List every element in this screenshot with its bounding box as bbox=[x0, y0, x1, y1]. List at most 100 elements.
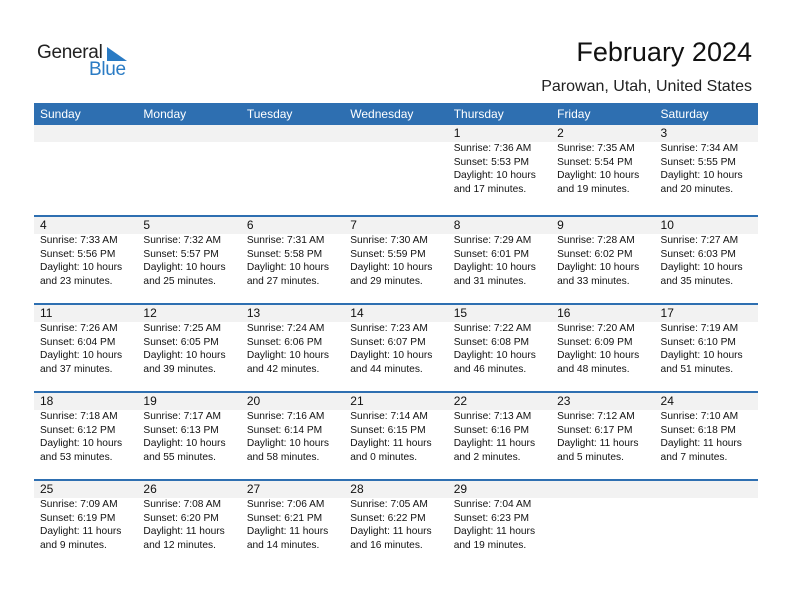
day-cell: Sunrise: 7:20 AM Sunset: 6:09 PM Daylight:… bbox=[551, 322, 654, 376]
daylight-duration: Daylight: 10 hours bbox=[246, 350, 329, 362]
daylight-duration: and 53 minutes. bbox=[40, 451, 113, 463]
weekday-header-saturday: Saturday bbox=[660, 107, 709, 121]
day-number: 6 bbox=[246, 218, 254, 232]
daylight-duration: Daylight: 10 hours bbox=[557, 350, 640, 362]
sunset-time: Sunset: 5:57 PM bbox=[143, 248, 219, 260]
sunrise-time: Sunrise: 7:36 AM bbox=[453, 143, 532, 154]
daylight-duration: and 19 minutes. bbox=[557, 183, 630, 195]
daylight-duration: and 37 minutes. bbox=[40, 363, 113, 375]
page-title: February 2024 bbox=[576, 37, 752, 67]
sunrise-time: Sunrise: 7:16 AM bbox=[246, 411, 325, 422]
calendar-weeks: 1 2 3 Sunrise: 7:36 AM Sunset: 5:53 PM Daylig… bbox=[34, 125, 758, 567]
daylight-duration: and 46 minutes. bbox=[453, 363, 527, 375]
day-number-row: 11 12 13 14 15 16 17 bbox=[34, 305, 758, 322]
empty-day-number bbox=[137, 125, 240, 142]
day-number: 18 bbox=[40, 394, 54, 408]
day-number: 26 bbox=[143, 482, 157, 496]
daylight-duration: and 29 minutes. bbox=[350, 275, 423, 287]
sunrise-time: Sunrise: 7:19 AM bbox=[660, 323, 739, 334]
day-number: 11 bbox=[40, 306, 53, 320]
day-cell: Sunrise: 7:08 AM Sunset: 6:20 PM Daylight:… bbox=[137, 498, 240, 552]
day-cell: Sunrise: 7:28 AM Sunset: 6:02 PM Daylight:… bbox=[551, 234, 654, 288]
day-number: 12 bbox=[143, 306, 157, 320]
day-cell: Sunrise: 7:05 AM Sunset: 6:22 PM Daylight:… bbox=[344, 498, 447, 552]
sunset-time: Sunset: 6:21 PM bbox=[246, 512, 323, 524]
daylight-duration: and 39 minutes. bbox=[143, 363, 216, 375]
daylight-duration: and 9 minutes. bbox=[40, 539, 107, 551]
daylight-duration: Daylight: 10 hours bbox=[40, 438, 123, 450]
sunrise-time: Sunrise: 7:28 AM bbox=[557, 235, 635, 246]
location-label: Parowan, Utah, United States bbox=[541, 78, 752, 95]
daylight-duration: and 17 minutes. bbox=[453, 183, 527, 195]
sunset-time: Sunset: 5:53 PM bbox=[453, 156, 530, 168]
day-cell: Sunrise: 7:33 AM Sunset: 5:56 PM Daylight:… bbox=[34, 234, 137, 288]
sunrise-time: Sunrise: 7:25 AM bbox=[143, 323, 222, 334]
daylight-duration: Daylight: 10 hours bbox=[453, 262, 536, 274]
sunset-time: Sunset: 5:54 PM bbox=[557, 156, 633, 168]
brand-logo: General Blue bbox=[37, 42, 137, 82]
daylight-duration: and 51 minutes. bbox=[660, 363, 734, 375]
daylight-duration: and 14 minutes. bbox=[246, 539, 320, 551]
daylight-duration: and 33 minutes. bbox=[557, 275, 630, 287]
sunset-time: Sunset: 6:09 PM bbox=[557, 336, 633, 348]
sunset-time: Sunset: 6:02 PM bbox=[557, 248, 633, 260]
weekday-header-thursday: Thursday bbox=[453, 107, 504, 121]
daylight-duration: Daylight: 11 hours bbox=[350, 526, 432, 538]
empty-day-number bbox=[344, 125, 447, 142]
day-cell: Sunrise: 7:30 AM Sunset: 5:59 PM Daylight:… bbox=[344, 234, 447, 288]
day-number: 17 bbox=[660, 306, 674, 320]
week-row: 1 2 3 Sunrise: 7:36 AM Sunset: 5:53 PM Daylig… bbox=[34, 125, 758, 215]
empty-day-number bbox=[551, 481, 654, 498]
day-number: 19 bbox=[143, 394, 157, 408]
day-number: 7 bbox=[350, 218, 357, 232]
empty-day-cell bbox=[344, 142, 447, 196]
daylight-duration: Daylight: 11 hours bbox=[660, 438, 742, 450]
daylight-duration: and 19 minutes. bbox=[453, 539, 527, 551]
daylight-duration: and 23 minutes. bbox=[40, 275, 113, 287]
day-cell: Sunrise: 7:35 AM Sunset: 5:54 PM Daylight:… bbox=[551, 142, 654, 196]
sunrise-time: Sunrise: 7:27 AM bbox=[660, 235, 739, 246]
empty-day-cell bbox=[655, 498, 758, 552]
day-cell: Sunrise: 7:36 AM Sunset: 5:53 PM Daylight:… bbox=[448, 142, 551, 196]
day-number: 27 bbox=[246, 482, 261, 496]
sunset-time: Sunset: 6:12 PM bbox=[40, 424, 116, 436]
daylight-duration: and 42 minutes. bbox=[246, 363, 320, 375]
daylight-duration: and 44 minutes. bbox=[350, 363, 423, 375]
day-number: 16 bbox=[557, 306, 571, 320]
sunrise-time: Sunrise: 7:22 AM bbox=[453, 323, 532, 334]
brand-name-blue: Blue bbox=[89, 59, 126, 80]
daylight-duration: Daylight: 10 hours bbox=[660, 350, 743, 362]
sunset-time: Sunset: 6:13 PM bbox=[143, 424, 219, 436]
day-cell: Sunrise: 7:10 AM Sunset: 6:18 PM Daylight:… bbox=[655, 410, 758, 464]
sunset-time: Sunset: 5:55 PM bbox=[660, 156, 736, 168]
daylight-duration: Daylight: 10 hours bbox=[350, 262, 433, 274]
daylight-duration: Daylight: 11 hours bbox=[557, 438, 639, 450]
daylight-duration: Daylight: 10 hours bbox=[143, 438, 226, 450]
sunrise-time: Sunrise: 7:17 AM bbox=[143, 411, 222, 422]
sunset-time: Sunset: 6:14 PM bbox=[246, 424, 323, 436]
daylight-duration: and 31 minutes. bbox=[453, 275, 527, 287]
sunrise-time: Sunrise: 7:09 AM bbox=[40, 499, 118, 510]
daylight-duration: Daylight: 10 hours bbox=[660, 170, 743, 182]
daylight-duration: and 2 minutes. bbox=[453, 451, 521, 463]
day-number: 14 bbox=[350, 306, 364, 320]
sunset-time: Sunset: 6:06 PM bbox=[246, 336, 323, 348]
day-number: 29 bbox=[453, 482, 468, 496]
day-info-row: Sunrise: 7:09 AM Sunset: 6:19 PM Daylight:… bbox=[34, 498, 758, 552]
day-number: 10 bbox=[660, 218, 674, 232]
day-number: 23 bbox=[557, 394, 571, 408]
daylight-duration: Daylight: 10 hours bbox=[350, 350, 433, 362]
day-number-row: 18 19 20 21 22 23 24 bbox=[34, 393, 758, 410]
sunrise-time: Sunrise: 7:20 AM bbox=[557, 323, 635, 334]
daylight-duration: Daylight: 11 hours bbox=[246, 526, 329, 538]
sunset-time: Sunset: 6:23 PM bbox=[453, 512, 530, 524]
day-cell: Sunrise: 7:32 AM Sunset: 5:57 PM Daylight:… bbox=[137, 234, 240, 288]
day-cell: Sunrise: 7:31 AM Sunset: 5:58 PM Daylight:… bbox=[241, 234, 344, 288]
sunrise-time: Sunrise: 7:08 AM bbox=[143, 499, 222, 510]
daylight-duration: and 16 minutes. bbox=[350, 539, 423, 551]
daylight-duration: and 12 minutes. bbox=[143, 539, 216, 551]
sunrise-time: Sunrise: 7:31 AM bbox=[246, 235, 325, 246]
weekday-header-tuesday: Tuesday bbox=[246, 107, 293, 121]
sunset-time: Sunset: 6:01 PM bbox=[453, 248, 530, 260]
sunrise-time: Sunrise: 7:13 AM bbox=[453, 411, 532, 422]
